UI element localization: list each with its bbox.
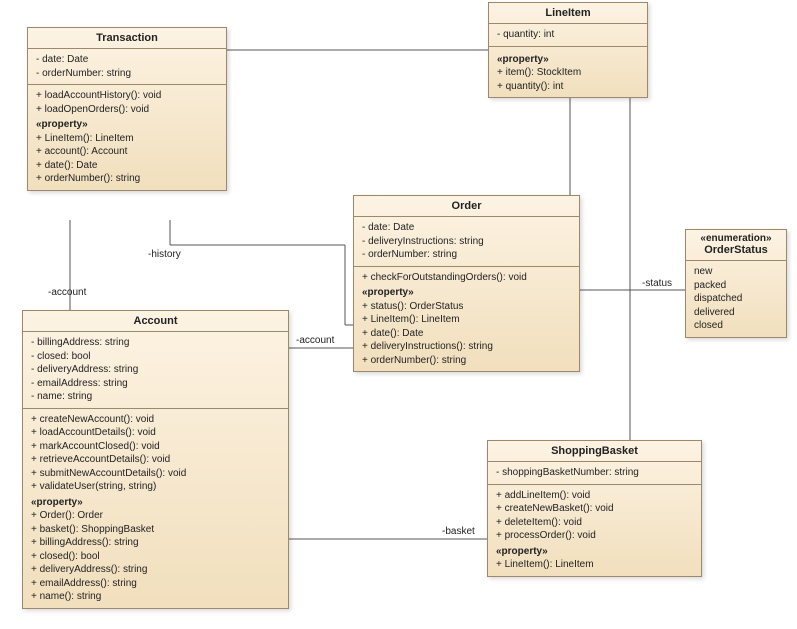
member-row: + emailAddress(): string: [29, 577, 282, 591]
member-row: + LineItem(): LineItem: [360, 313, 573, 327]
member-row: - billingAddress: string: [29, 336, 282, 350]
member-row: + retrieveAccountDetails(): void: [29, 453, 282, 467]
class-title: LineItem: [489, 3, 647, 24]
class-order[interactable]: Order - date: Date- deliveryInstructions…: [353, 195, 580, 372]
operations-section: + checkForOutstandingOrders(): void «pro…: [354, 267, 579, 372]
class-account[interactable]: Account - billingAddress: string- closed…: [22, 310, 289, 609]
member-row: + item(): StockItem: [495, 66, 641, 80]
class-title: OrderStatus: [686, 244, 786, 261]
member-row: - deliveryAddress: string: [29, 363, 282, 377]
member-row: - name: string: [29, 390, 282, 404]
member-row: - deliveryInstructions: string: [360, 235, 573, 249]
member-row: new: [692, 265, 780, 279]
member-row: + processOrder(): void: [494, 529, 695, 543]
member-row: + account(): Account: [34, 145, 220, 159]
member-row: + createNewAccount(): void: [29, 413, 282, 427]
member-row: + createNewBasket(): void: [494, 502, 695, 516]
member-row: packed: [692, 279, 780, 293]
class-title: Account: [23, 311, 288, 332]
member-row: - orderNumber: string: [360, 248, 573, 262]
member-row: + LineItem(): LineItem: [494, 558, 695, 572]
member-row: delivered: [692, 306, 780, 320]
member-row: dispatched: [692, 292, 780, 306]
operations-section: «property» + item(): StockItem+ quantity…: [489, 47, 647, 98]
label-status: -status: [642, 278, 672, 289]
member-row: + loadAccountDetails(): void: [29, 426, 282, 440]
member-row: + Order(): Order: [29, 509, 282, 523]
class-title: Transaction: [28, 28, 226, 49]
member-row: closed: [692, 319, 780, 333]
member-row: + date(): Date: [360, 327, 573, 341]
member-row: + deliveryInstructions(): string: [360, 340, 573, 354]
class-stereotype: «enumeration»: [686, 230, 786, 244]
class-title: Order: [354, 196, 579, 217]
label-account-1: -account: [48, 287, 86, 298]
member-row: - emailAddress: string: [29, 377, 282, 391]
label-history: -history: [148, 249, 181, 260]
literals-section: newpackeddispatcheddeliveredclosed: [686, 261, 786, 337]
attributes-section: - date: Date- deliveryInstructions: stri…: [354, 217, 579, 267]
member-row: + date(): Date: [34, 159, 220, 173]
class-title: ShoppingBasket: [488, 441, 701, 462]
member-row: + loadOpenOrders(): void: [34, 103, 220, 117]
member-row: - date: Date: [360, 221, 573, 235]
class-shoppingbasket[interactable]: ShoppingBasket - shoppingBasketNumber: s…: [487, 440, 702, 577]
attributes-section: - date: Date- orderNumber: string: [28, 49, 226, 85]
member-row: + submitNewAccountDetails(): void: [29, 467, 282, 481]
class-transaction[interactable]: Transaction - date: Date- orderNumber: s…: [27, 27, 227, 191]
operations-section: + addLineItem(): void+ createNewBasket()…: [488, 485, 701, 576]
member-row: - quantity: int: [495, 28, 641, 42]
member-row: - closed: bool: [29, 350, 282, 364]
operations-section: + loadAccountHistory(): void+ loadOpenOr…: [28, 85, 226, 190]
label-basket: -basket: [442, 526, 475, 537]
member-row: - shoppingBasketNumber: string: [494, 466, 695, 480]
operations-section: + createNewAccount(): void+ loadAccountD…: [23, 409, 288, 608]
member-row: + checkForOutstandingOrders(): void: [360, 271, 573, 285]
member-row: + deleteItem(): void: [494, 516, 695, 530]
attributes-section: - quantity: int: [489, 24, 647, 47]
attributes-section: - shoppingBasketNumber: string: [488, 462, 701, 485]
class-lineitem[interactable]: LineItem - quantity: int «property» + it…: [488, 2, 648, 98]
member-row: + validateUser(string, string): [29, 480, 282, 494]
member-row: - orderNumber: string: [34, 67, 220, 81]
attributes-section: - billingAddress: string- closed: bool- …: [23, 332, 288, 409]
member-row: + basket(): ShoppingBasket: [29, 523, 282, 537]
class-orderstatus[interactable]: «enumeration» OrderStatus newpackeddispa…: [685, 229, 787, 338]
member-row: + closed(): bool: [29, 550, 282, 564]
label-account-2: -account: [296, 335, 334, 346]
member-row: + status(): OrderStatus: [360, 300, 573, 314]
member-row: + deliveryAddress(): string: [29, 563, 282, 577]
member-row: + markAccountClosed(): void: [29, 440, 282, 454]
member-row: + name(): string: [29, 590, 282, 604]
member-row: + addLineItem(): void: [494, 489, 695, 503]
member-row: + quantity(): int: [495, 80, 641, 94]
member-row: + loadAccountHistory(): void: [34, 89, 220, 103]
member-row: + billingAddress(): string: [29, 536, 282, 550]
member-row: + orderNumber(): string: [360, 354, 573, 368]
member-row: + LineItem(): LineItem: [34, 132, 220, 146]
member-row: - date: Date: [34, 53, 220, 67]
member-row: + orderNumber(): string: [34, 172, 220, 186]
